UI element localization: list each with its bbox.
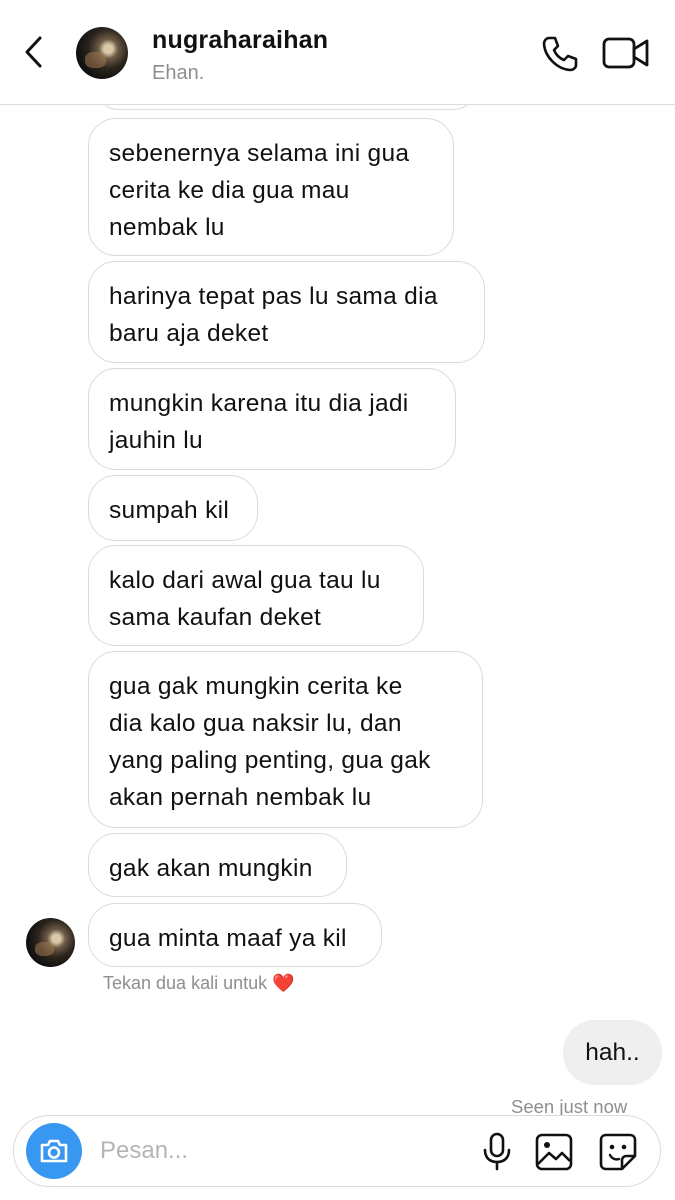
message-bubble[interactable]: harinya tepat pas lu sama dia baru aja d… — [88, 261, 485, 363]
microphone-icon[interactable] — [480, 1132, 514, 1172]
contact-display-name: Ehan. — [152, 62, 205, 84]
message-bubble[interactable]: sumpah kil — [88, 475, 258, 541]
message-composer — [13, 1115, 661, 1187]
sender-avatar[interactable] — [26, 918, 75, 967]
back-chevron-icon[interactable] — [18, 32, 52, 72]
double-tap-hint: Tekan dua kali untuk ❤️ — [103, 973, 295, 994]
message-bubble[interactable]: gua gak mungkin cerita ke dia kalo gua n… — [88, 651, 483, 828]
heart-icon: ❤️ — [272, 973, 295, 993]
gallery-icon[interactable] — [534, 1132, 574, 1172]
camera-icon — [40, 1139, 68, 1163]
double-tap-hint-text: Tekan dua kali untuk — [103, 973, 268, 993]
message-bubble[interactable]: gua minta maaf ya kil — [88, 903, 382, 967]
message-bubble[interactable]: kalo dari awal gua tau lu sama kaufan de… — [88, 545, 424, 646]
contact-username[interactable]: nugraharaihan — [152, 26, 328, 55]
message-bubble[interactable]: mungkin karena itu dia jadi jauhin lu — [88, 368, 456, 470]
camera-button[interactable] — [26, 1123, 82, 1179]
message-bubble[interactable]: sebenernya selama ini gua cerita ke dia … — [88, 118, 454, 256]
sticker-icon[interactable] — [598, 1132, 638, 1172]
contact-avatar[interactable] — [76, 27, 128, 79]
sent-message-bubble[interactable]: hah.. — [563, 1020, 662, 1085]
phone-icon[interactable] — [540, 34, 580, 74]
message-input[interactable] — [100, 1128, 450, 1174]
chat-header: nugraharaihan Ehan. — [0, 0, 675, 105]
video-camera-icon[interactable] — [602, 36, 650, 70]
message-bubble[interactable]: gak akan mungkin — [88, 833, 347, 897]
